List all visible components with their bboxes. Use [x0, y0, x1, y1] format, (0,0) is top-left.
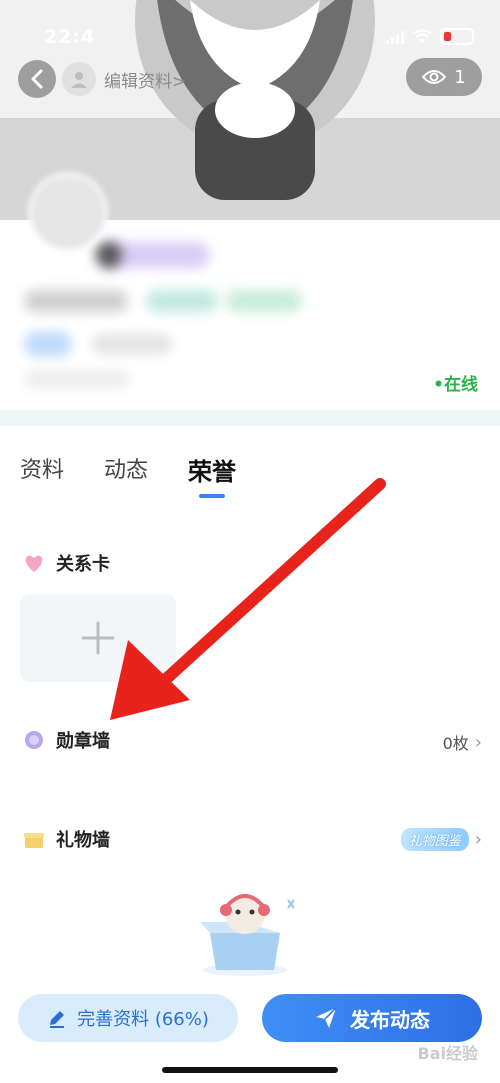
relation-card-title: 关系卡: [56, 554, 110, 575]
chevron-left-icon: [31, 69, 43, 89]
complete-profile-button[interactable]: 完善资料 (66%): [18, 994, 238, 1042]
gift-wall-catalog-row[interactable]: 礼物图鉴 ›: [400, 828, 482, 851]
back-button[interactable]: [18, 60, 56, 98]
blurred-line-1: [24, 290, 128, 312]
avatar[interactable]: [28, 172, 108, 252]
edit-profile-link[interactable]: 编辑资料>: [62, 60, 186, 98]
pencil-icon: [50, 1011, 65, 1028]
status-icons: [386, 28, 474, 45]
badge-wall-header[interactable]: 勋章墙: [22, 727, 110, 753]
profile-tabs: 资料 动态 荣誉: [20, 452, 237, 498]
cover-illustration: [135, 0, 375, 200]
complete-profile-label: 完善资料 (66%): [77, 1009, 209, 1030]
gift-wall-title: 礼物墙: [56, 830, 110, 851]
relation-card-header: 关系卡: [22, 550, 110, 576]
watermark: Bai经验: [417, 1044, 478, 1063]
badge-wall-title: 勋章墙: [56, 731, 110, 752]
blurred-line-2: [92, 334, 172, 354]
tab-honor[interactable]: 荣誉: [188, 452, 237, 498]
tab-moments[interactable]: 动态: [104, 452, 148, 492]
chevron-right-icon: ›: [474, 731, 482, 753]
blurred-chip-3: [24, 332, 72, 356]
empty-state-mascot: [200, 894, 295, 976]
battery-icon: [440, 28, 474, 45]
active-tab-indicator: [199, 494, 226, 498]
views-count: 1: [454, 66, 466, 88]
signal-icon: [386, 30, 404, 44]
online-status: •在线: [433, 375, 478, 395]
publish-post-label: 发布动态: [350, 1007, 430, 1032]
gift-wall-header[interactable]: 礼物墙: [22, 826, 110, 852]
badge-icon: [25, 731, 43, 749]
home-indicator[interactable]: [162, 1067, 338, 1073]
blurred-line-3: [24, 370, 130, 388]
user-icon: [71, 72, 87, 88]
eye-icon: [422, 70, 447, 84]
status-time: 22:4: [44, 26, 96, 48]
badge-wall-count-row[interactable]: 0枚 ›: [443, 730, 482, 754]
tab-honor-label: 荣誉: [188, 458, 237, 486]
gift-icon: [24, 833, 44, 848]
heart-card-icon: [25, 555, 43, 572]
edit-profile-label: 编辑资料>: [104, 71, 187, 92]
send-icon: [316, 1007, 337, 1028]
blurred-chip-1: [146, 290, 218, 312]
section-divider: [0, 410, 500, 426]
badge-count: 0枚: [442, 734, 469, 753]
publish-post-button[interactable]: 发布动态: [262, 994, 482, 1042]
gift-catalog-tag: 礼物图鉴: [400, 828, 469, 851]
blurred-chip-2: [226, 290, 302, 312]
plus-icon: [81, 621, 115, 655]
add-relation-card-button[interactable]: [20, 594, 176, 682]
blurred-tag: [96, 242, 122, 268]
avatar-small: [62, 62, 96, 96]
views-counter[interactable]: 1: [406, 58, 482, 96]
tab-profile[interactable]: 资料: [20, 452, 64, 492]
chevron-right-icon: ›: [474, 829, 482, 850]
wifi-icon: [412, 28, 432, 43]
